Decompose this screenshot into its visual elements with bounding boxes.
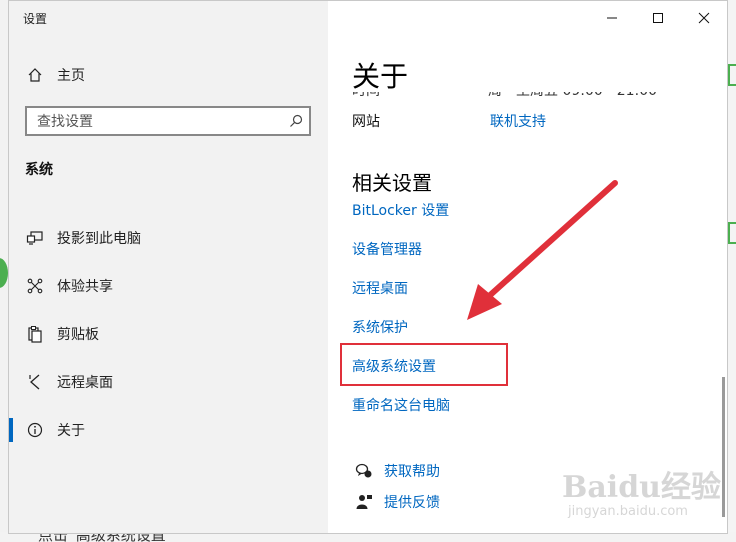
- background-window-right: [728, 0, 736, 542]
- maximize-button[interactable]: [635, 1, 681, 35]
- annotation-highlight-box: [340, 343, 508, 386]
- clipped-row-label: 时间: [352, 92, 380, 100]
- background-check-marker: [728, 64, 736, 86]
- online-support-link[interactable]: 联机支持: [490, 111, 546, 131]
- device-manager-link[interactable]: 设备管理器: [352, 239, 422, 259]
- info-icon: [23, 422, 47, 438]
- sidebar-item-about[interactable]: 关于: [9, 410, 328, 450]
- website-row: 网站 联机支持: [352, 111, 546, 131]
- sidebar-item-project[interactable]: 投影到此电脑: [9, 218, 328, 258]
- settings-window: 设置 主页 查找设置 系统 投影到此电脑 体验共享 剪贴板 远程桌面 关于 关于…: [8, 0, 728, 534]
- scrollbar-thumb[interactable]: [722, 377, 725, 517]
- get-help-link[interactable]: 获取帮助: [384, 461, 440, 481]
- window-controls: [589, 1, 727, 35]
- minimize-button[interactable]: [589, 1, 635, 35]
- feedback-link[interactable]: 提供反馈: [384, 492, 440, 512]
- clipboard-icon: [23, 325, 47, 343]
- sidebar-section-title: 系统: [25, 162, 53, 178]
- help-chat-icon: [352, 462, 376, 480]
- sidebar-item-label: 体验共享: [57, 279, 113, 295]
- system-protection-link[interactable]: 系统保护: [352, 317, 408, 337]
- sidebar-item-share[interactable]: 体验共享: [9, 266, 328, 306]
- sidebar-item-home[interactable]: 主页: [23, 61, 85, 89]
- share-icon: [23, 278, 47, 294]
- watermark-logo: Baidu经验: [562, 470, 721, 505]
- remote-desktop-link[interactable]: 远程桌面: [352, 278, 408, 298]
- bitlocker-settings-link[interactable]: BitLocker 设置: [352, 200, 449, 220]
- minimize-icon: [607, 17, 617, 19]
- feedback-icon: [352, 493, 376, 511]
- related-settings-heading: 相关设置: [352, 171, 432, 195]
- remote-desktop-icon: [23, 373, 47, 391]
- sidebar-item-label: 剪贴板: [57, 327, 99, 343]
- clipped-row-value: 周一至周五 09:00 - 21:00: [488, 92, 657, 100]
- website-label: 网站: [352, 114, 380, 130]
- maximize-icon: [653, 13, 663, 23]
- close-button[interactable]: [681, 1, 727, 35]
- search-input[interactable]: 查找设置: [25, 106, 311, 136]
- watermark-url: jingyan.baidu.com: [568, 504, 688, 519]
- sidebar-item-label: 远程桌面: [57, 375, 113, 391]
- search-placeholder: 查找设置: [37, 114, 93, 130]
- project-icon: [23, 230, 47, 246]
- sidebar: 设置 主页 查找设置 系统 投影到此电脑 体验共享 剪贴板 远程桌面 关于: [9, 1, 328, 533]
- window-title: 设置: [23, 12, 48, 26]
- background-window-left: [0, 0, 8, 542]
- close-icon: [698, 12, 710, 24]
- page-title: 关于: [352, 60, 409, 93]
- search-icon[interactable]: [283, 114, 309, 128]
- sidebar-item-label: 主页: [57, 68, 85, 84]
- rename-pc-link[interactable]: 重命名这台电脑: [352, 395, 450, 415]
- feedback-row[interactable]: 提供反馈: [352, 492, 440, 512]
- baidu-jingyan-watermark: Baidu经验 jingyan.baidu.com: [562, 462, 722, 526]
- content-pane: 关于 时间 周一至周五 09:00 - 21:00 网站 联机支持 相关设置 B…: [328, 1, 727, 533]
- home-icon: [23, 67, 47, 83]
- sidebar-item-remote-desktop[interactable]: 远程桌面: [9, 362, 328, 402]
- sidebar-item-label: 投影到此电脑: [57, 231, 141, 247]
- sidebar-item-label: 关于: [57, 423, 85, 439]
- background-check-marker: [728, 222, 736, 244]
- sidebar-item-clipboard[interactable]: 剪贴板: [9, 314, 328, 354]
- get-help-row[interactable]: 获取帮助: [352, 461, 440, 481]
- background-green-marker: [0, 258, 8, 288]
- clipped-info-row: 时间 周一至周五 09:00 - 21:00: [352, 92, 682, 100]
